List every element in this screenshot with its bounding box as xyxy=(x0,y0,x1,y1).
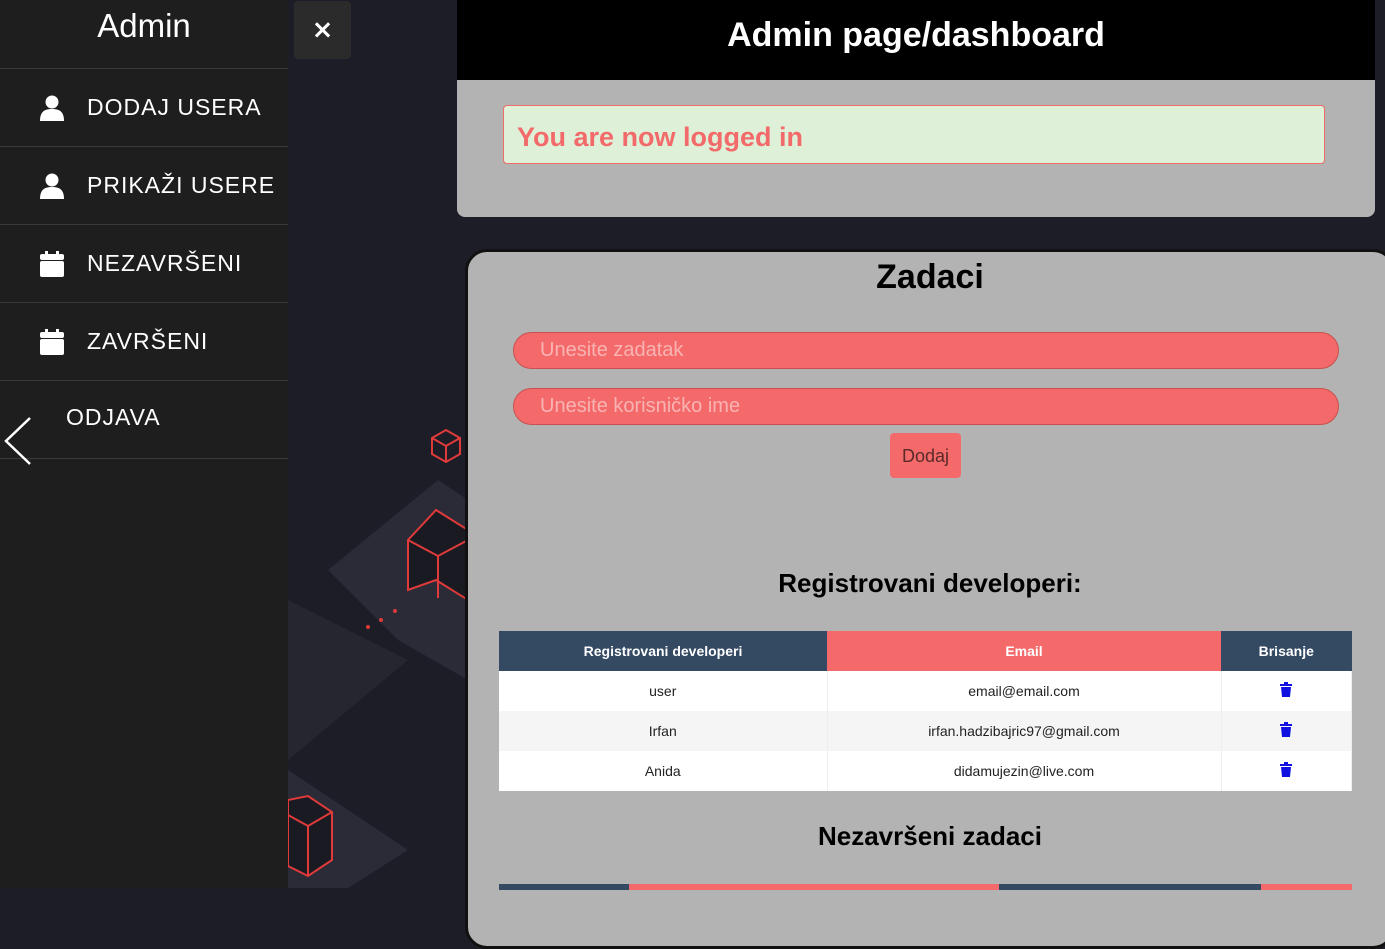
sidebar-title: Admin xyxy=(0,0,288,69)
sidebar-item-zavrseni[interactable]: ZAVRŠENI xyxy=(0,303,288,381)
close-sidebar-button[interactable]: × xyxy=(294,1,351,59)
developer-name: user xyxy=(499,671,828,711)
sidebar-item-label: ZAVRŠENI xyxy=(87,328,209,354)
trash-icon[interactable] xyxy=(1280,682,1293,700)
background-decoration xyxy=(288,0,468,888)
page-title: Admin page/dashboard xyxy=(457,0,1375,80)
sidebar-item-nezavrseni[interactable]: NEZAVRŠENI xyxy=(0,225,288,303)
tasks-card: Zadaci Dodaj Registrovani developeri: Re… xyxy=(465,249,1385,949)
header-card: Admin page/dashboard You are now logged … xyxy=(457,0,1375,217)
username-input[interactable] xyxy=(513,388,1339,425)
developer-name: Irfan xyxy=(499,711,828,751)
developer-email: irfan.hadzibajric97@gmail.com xyxy=(827,711,1222,751)
developers-heading: Registrovani developeri: xyxy=(778,568,1082,598)
sidebar-item-label: DODAJ USERA xyxy=(87,94,262,120)
sidebar-item-prikazi-usere[interactable]: PRIKAŽI USERE xyxy=(0,147,288,225)
column-header: Brisanje xyxy=(1221,631,1352,671)
trash-icon[interactable] xyxy=(1280,762,1293,780)
tasks-title: Zadaci xyxy=(876,258,984,296)
trash-icon[interactable] xyxy=(1280,722,1293,740)
unfinished-tasks-heading: Nezavršeni zadaci xyxy=(817,821,1042,851)
developer-email: email@email.com xyxy=(827,671,1222,711)
sidebar-item-dodaj-usera[interactable]: DODAJ USERA xyxy=(0,69,288,147)
developer-email: didamujezin@live.com xyxy=(827,751,1222,791)
sidebar-item-label: ODJAVA xyxy=(66,404,161,430)
calendar-icon xyxy=(38,250,66,278)
sidebar-item-odjava[interactable]: ODJAVA xyxy=(0,381,288,459)
table-row: user email@email.com xyxy=(499,671,1352,711)
sidebar-item-label: PRIKAŽI USERE xyxy=(87,172,276,198)
calendar-icon xyxy=(38,328,66,356)
column-header: Registrovani developeri xyxy=(499,631,827,671)
sidebar-item-label: NEZAVRŠENI xyxy=(87,250,243,276)
table-row: Irfan irfan.hadzibajric97@gmail.com xyxy=(499,711,1352,751)
chevron-left-icon[interactable] xyxy=(4,416,32,471)
login-alert: You are now logged in xyxy=(503,105,1325,164)
task-input[interactable] xyxy=(513,332,1339,369)
cube-icon xyxy=(431,428,461,464)
add-task-button[interactable]: Dodaj xyxy=(890,433,961,478)
user-icon xyxy=(38,94,66,122)
user-icon xyxy=(38,172,66,200)
unfinished-table-header xyxy=(499,884,1352,890)
developer-name: Anida xyxy=(499,751,828,791)
column-header: Email xyxy=(827,631,1221,671)
table-row: Anida didamujezin@live.com xyxy=(499,751,1352,791)
sidebar: Admin DODAJ USERA PRIKAŽI USERE NEZAVRŠE… xyxy=(0,0,288,888)
developers-table: Registrovani developeri Email Brisanje u… xyxy=(499,631,1352,791)
